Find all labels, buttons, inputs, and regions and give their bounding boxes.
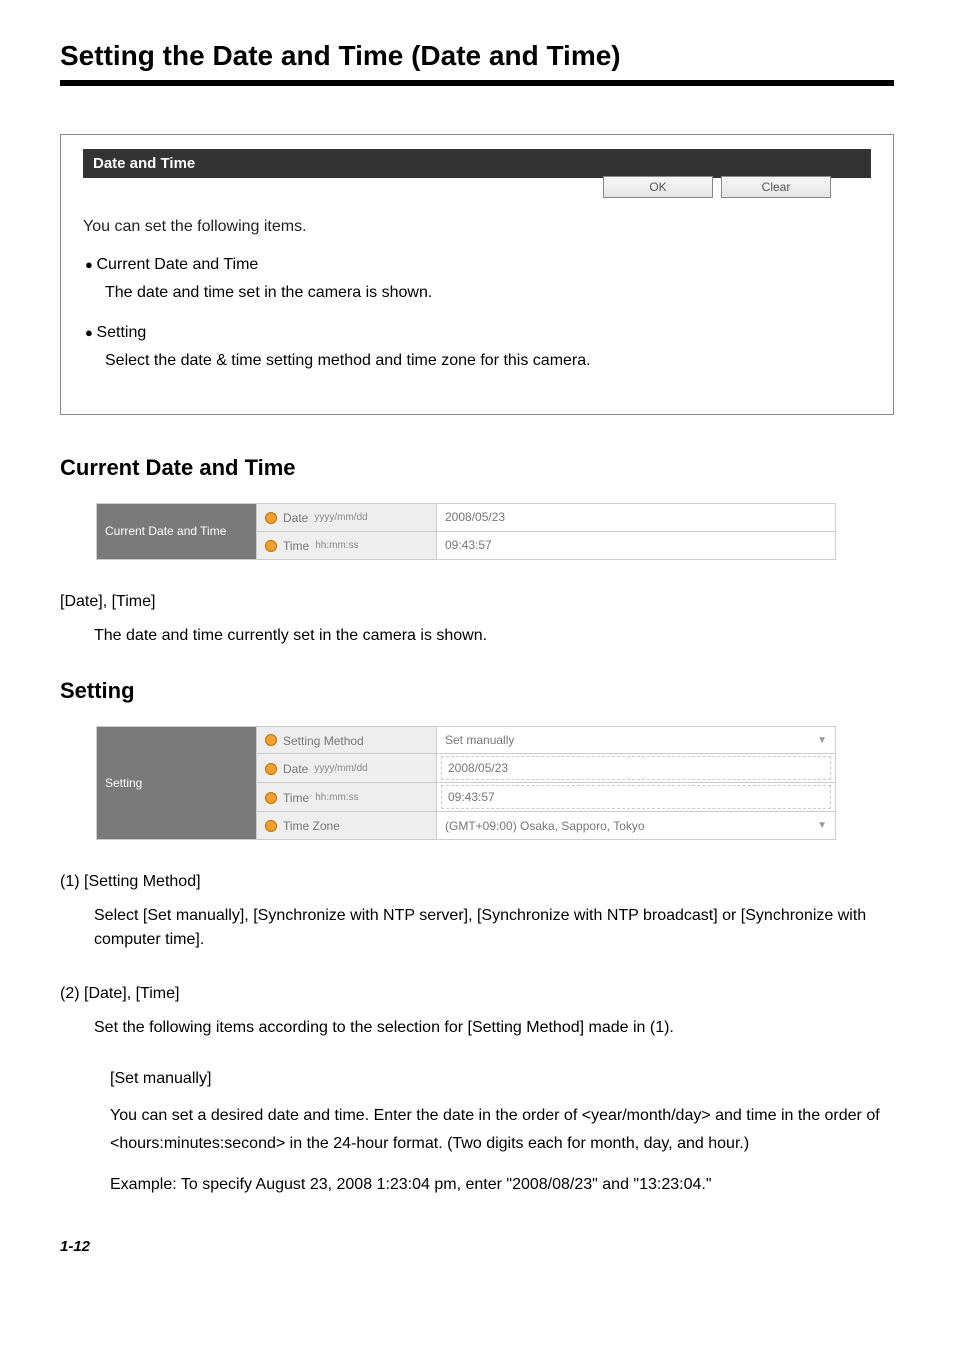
text: ] or [ — [713, 907, 745, 924]
option: Synchronize with NTP server — [258, 907, 464, 924]
option: Synchronize with NTP broadcast — [481, 907, 713, 924]
datetime-explain: [Date], [Time] The date and time current… — [60, 590, 894, 648]
field-label-text: Date — [283, 511, 308, 525]
bullet-desc: Select the date & time setting method an… — [85, 352, 871, 370]
field-label: Time hh:mm:ss — [257, 783, 437, 812]
field-value: 09:43:57 — [437, 531, 836, 559]
item-number: (2) — [60, 985, 80, 1002]
field-label: Date yyyy/mm/dd — [257, 754, 437, 783]
row-header: Setting — [97, 726, 257, 840]
item-title: [Date], [Time] — [84, 985, 179, 1002]
datetime-desc: The date and time currently set in the c… — [60, 624, 894, 648]
field-hint: hh:mm:ss — [315, 540, 358, 551]
ok-button[interactable]: OK — [603, 176, 713, 198]
field-label-text: Setting Method — [283, 733, 364, 747]
table-row: Setting Setting Method Set manually▼ — [97, 726, 836, 754]
current-datetime-table: Current Date and Time Date yyyy/mm/dd 200… — [96, 503, 836, 560]
item-desc: Set the following items according to the… — [60, 1016, 894, 1040]
text: ], [ — [240, 907, 258, 924]
text: ] made in (1). — [580, 1019, 674, 1036]
section-heading-setting: Setting — [60, 678, 894, 704]
field-label-text: Date — [283, 762, 308, 776]
field-label: Setting Method — [257, 726, 437, 754]
sub-paragraph: You can set a desired date and time. Ent… — [110, 1102, 894, 1156]
field-label: Time Zone — [257, 812, 437, 840]
field-hint: yyyy/mm/dd — [314, 512, 367, 523]
info-icon — [265, 512, 277, 524]
info-icon — [265, 540, 277, 552]
list-item: Current Date and Time The date and time … — [85, 256, 871, 302]
title-rule — [60, 80, 894, 86]
field-label-text: Time Zone — [283, 819, 340, 833]
bullet-icon — [85, 256, 96, 273]
setting-table: Setting Setting Method Set manually ▼ Dat… — [96, 726, 836, 841]
page-title: Setting the Date and Time (Date and Time… — [60, 40, 894, 72]
sub-title: [Set manually] — [110, 1070, 894, 1088]
sub-paragraph: Example: To specify August 23, 2008 1:23… — [110, 1171, 894, 1198]
item-number: (1) — [60, 873, 80, 890]
info-icon — [265, 792, 277, 804]
table-row: Current Date and Time Dateyyyy/mm/dd 200… — [97, 504, 836, 532]
item-title: [Setting Method] — [84, 873, 201, 890]
field-label: Time hh:mm:ss — [257, 531, 437, 559]
select-value: Set manually — [445, 733, 514, 747]
date-input[interactable]: 2008/05/23 — [437, 754, 836, 783]
chevron-down-icon: ▼ — [817, 820, 827, 831]
text: ], [ — [464, 907, 482, 924]
box-bullet-list: Current Date and Time The date and time … — [83, 256, 871, 370]
timezone-select[interactable]: (GMT+09:00) Osaka, Sapporo, Tokyo ▼ — [437, 812, 836, 840]
chevron-down-icon: ▼ — [817, 735, 827, 746]
text: Select [ — [94, 907, 147, 924]
time-input[interactable]: 09:43:57 — [437, 783, 836, 812]
select-value: (GMT+09:00) Osaka, Sapporo, Tokyo — [445, 819, 645, 833]
field-hint: yyyy/mm/dd — [314, 763, 367, 774]
item-1: (1) [Setting Method] Select [Set manuall… — [60, 870, 894, 952]
clear-button[interactable]: Clear — [721, 176, 831, 198]
section-heading-current: Current Date and Time — [60, 455, 894, 481]
box-button-row: OK Clear — [83, 176, 871, 198]
field-label-text: Time — [283, 791, 309, 805]
set-manually-block: [Set manually] You can set a desired dat… — [60, 1070, 894, 1198]
info-icon — [265, 763, 277, 775]
info-icon — [265, 734, 277, 746]
row-header: Current Date and Time — [97, 504, 257, 560]
box-header: Date and Time — [83, 149, 871, 178]
field-label-text: Time — [283, 539, 309, 553]
overview-box: Date and Time OK Clear You can set the f… — [60, 134, 894, 415]
field-label: Date yyyy/mm/dd — [257, 504, 437, 532]
bullet-icon — [85, 324, 96, 341]
input-value: 09:43:57 — [441, 785, 831, 809]
item-desc: Select [Set manually], [Synchronize with… — [60, 904, 894, 952]
bullet-title: Setting — [96, 324, 146, 341]
page-number: 1-12 — [60, 1238, 894, 1255]
text: ]. — [195, 931, 204, 948]
input-value: 2008/05/23 — [441, 756, 831, 780]
field-value: 2008/05/23 — [437, 504, 836, 532]
box-intro: You can set the following items. — [83, 218, 871, 236]
field-hint: hh:mm:ss — [315, 792, 358, 803]
text-bold: Setting Method — [472, 1019, 580, 1036]
text: Set the following items according to the… — [94, 1019, 472, 1036]
list-item: Setting Select the date & time setting m… — [85, 324, 871, 370]
setting-method-select[interactable]: Set manually ▼ — [437, 726, 836, 754]
option: Set manually — [147, 907, 240, 924]
bullet-desc: The date and time set in the camera is s… — [85, 284, 871, 302]
info-icon — [265, 820, 277, 832]
bullet-title: Current Date and Time — [96, 256, 258, 273]
item-2: (2) [Date], [Time] Set the following ite… — [60, 982, 894, 1040]
datetime-label: [Date], [Time] — [60, 593, 155, 610]
